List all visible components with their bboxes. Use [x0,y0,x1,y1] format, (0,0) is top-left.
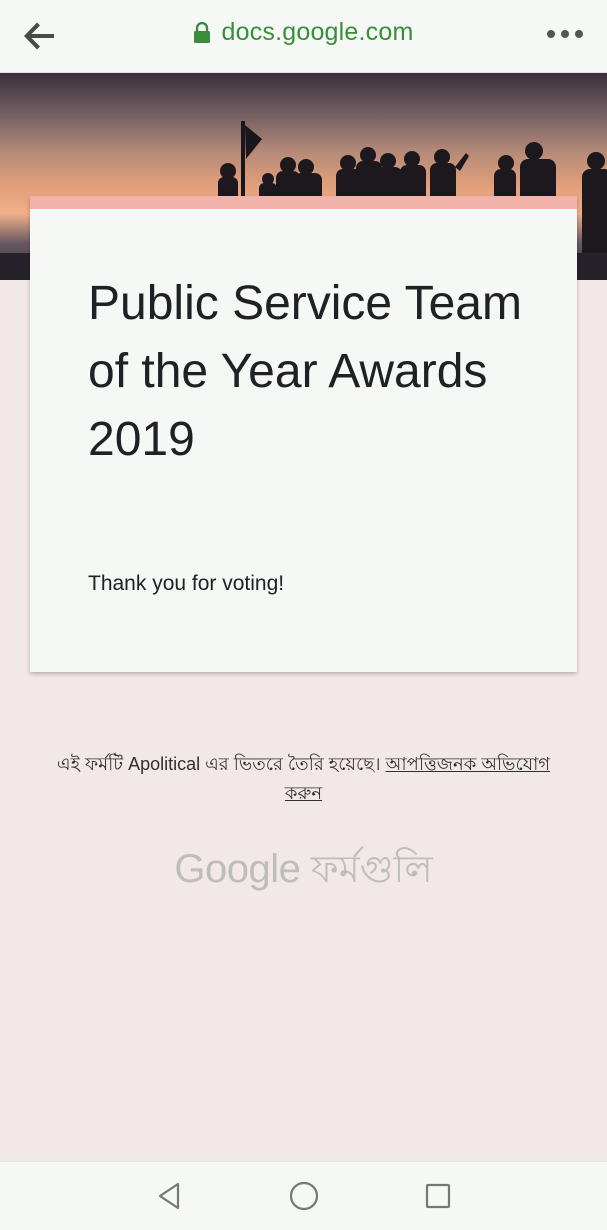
overflow-menu-button[interactable] [545,26,585,42]
nav-back-button[interactable] [154,1180,186,1212]
confirmation-message: Thank you for voting! [88,572,285,595]
url-text: docs.google.com [221,18,414,46]
brand-google: Google [174,847,301,891]
triangle-back-icon [158,1182,180,1210]
confirmation-card: Public Service Team of the Year Awards 2… [30,196,577,672]
form-title: Public Service Team of the Year Awards 2… [88,277,522,466]
circle-home-icon [289,1181,319,1211]
browser-toolbar: docs.google.com [0,0,607,73]
google-forms-logo[interactable]: Google ফর্মগুলি [0,840,607,904]
created-by-text: এই ফর্মটি Apolitical এর ভিতরে তৈরি হয়েছ… [56,754,381,774]
system-navigation-bar [0,1161,607,1230]
footer-disclaimer: এই ফর্মটি Apolitical এর ভিতরে তৈরি হয়েছ… [40,750,567,808]
card-accent-bar [30,196,577,209]
address-bar[interactable]: docs.google.com [193,18,413,47]
more-horiz-icon [547,30,583,38]
nav-recents-button[interactable] [422,1180,454,1212]
lock-icon [194,21,211,43]
nav-home-button[interactable] [288,1180,320,1212]
brand-forms: ফর্মগুলি [310,849,433,891]
square-recents-icon [425,1183,451,1209]
